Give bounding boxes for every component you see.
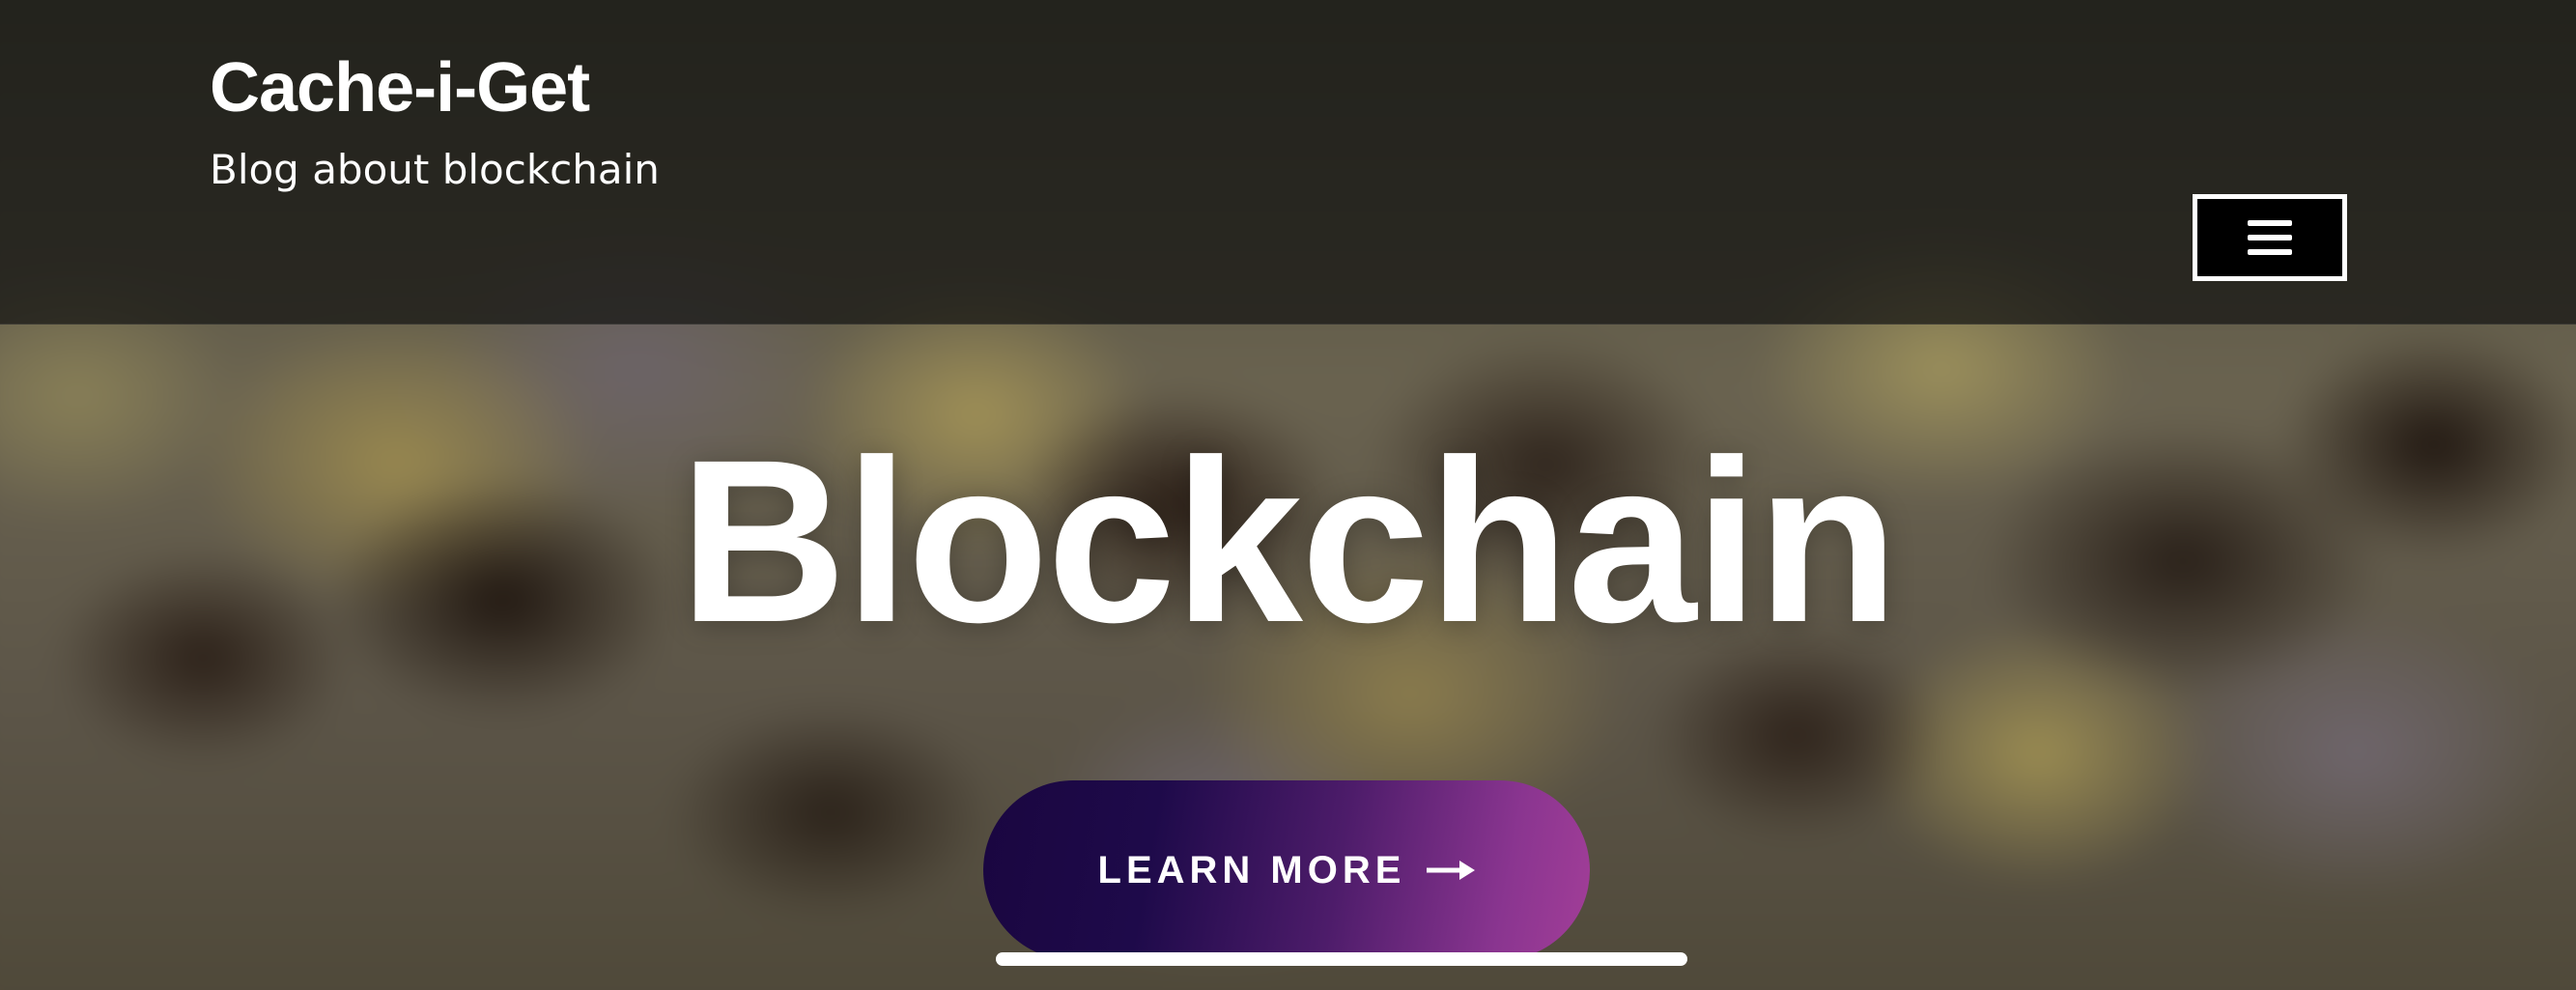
- hero-title: Blockchain: [679, 411, 1898, 670]
- site-title[interactable]: Cache-i-Get: [210, 53, 590, 123]
- learn-more-label: LEARN MORE: [1097, 848, 1406, 891]
- page: Cache-i-Get Blog about blockchain Blockc…: [0, 0, 2576, 990]
- home-indicator-bar[interactable]: [996, 952, 1687, 966]
- menu-toggle-button[interactable]: [2193, 194, 2347, 281]
- site-tagline: Blog about blockchain: [210, 146, 660, 193]
- learn-more-button[interactable]: LEARN MORE: [983, 780, 1590, 960]
- arrow-right-icon: [1427, 861, 1476, 880]
- hamburger-icon: [2248, 220, 2292, 255]
- site-header: Cache-i-Get Blog about blockchain: [0, 0, 2576, 325]
